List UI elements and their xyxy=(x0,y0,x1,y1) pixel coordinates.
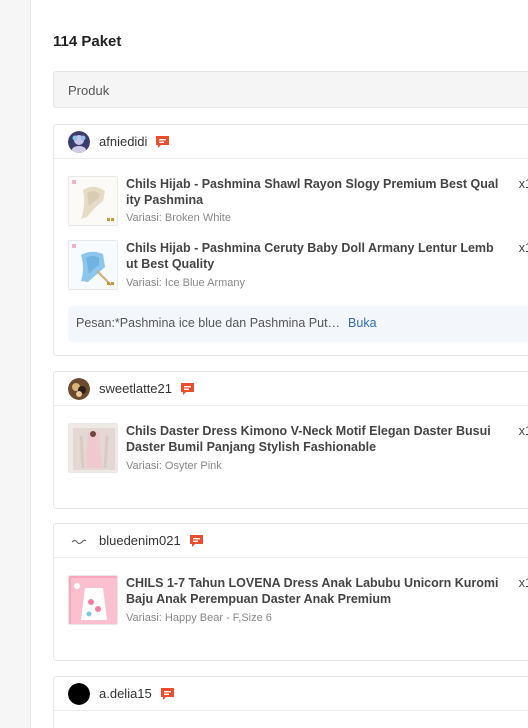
chat-icon[interactable] xyxy=(180,382,195,396)
order-card: afniedidi Chils Hijab - Pashmina Shawl R… xyxy=(53,124,528,356)
buyer-username[interactable]: a.delia15 xyxy=(99,686,152,701)
product-name[interactable]: Chils Daster Dress Kimono V-Neck Motif E… xyxy=(126,424,501,455)
product-variant: Variasi: Ice Blue Armany xyxy=(126,277,246,289)
avatar[interactable] xyxy=(68,377,90,400)
order-card: a.delia15 xyxy=(53,676,528,728)
buyer-username[interactable]: afniedidi xyxy=(99,134,147,149)
order-item: Chils Hijab - Pashmina Ceruty Baby Doll … xyxy=(68,240,528,290)
product-thumbnail[interactable] xyxy=(68,176,118,226)
buyer-username[interactable]: sweetlatte21 xyxy=(99,381,172,396)
open-message-link[interactable]: Buka xyxy=(348,316,377,330)
order-item: Chils Hijab - Pashmina Shawl Rayon Slogy… xyxy=(68,176,528,226)
product-variant: Variasi: Osyter Pink xyxy=(126,460,222,472)
product-quantity: x1 xyxy=(518,177,528,191)
chat-icon[interactable] xyxy=(155,135,170,149)
buyer-message: Pesan:*Pashmina ice blue dan Pashmina Pu… xyxy=(68,306,528,342)
order-card-header: sweetlatte21 xyxy=(54,372,528,406)
order-card-header: a.delia15 xyxy=(54,677,528,711)
avatar[interactable] xyxy=(68,130,90,153)
buyer-message-text: Pesan:*Pashmina ice blue dan Pashmina Pu… xyxy=(76,316,341,330)
product-quantity: x1 xyxy=(518,241,528,255)
left-gutter xyxy=(0,0,31,728)
product-variant: Variasi: Broken White xyxy=(126,212,231,224)
order-card-header: bluedenim021 xyxy=(54,524,528,558)
package-count: 114 Paket xyxy=(53,33,122,50)
orders-panel: 114 Paket Produk afniedidi Chils Hijab -… xyxy=(31,0,528,728)
order-card-header: afniedidi xyxy=(54,125,528,159)
chat-icon[interactable] xyxy=(189,534,204,548)
product-quantity: x1 xyxy=(518,424,528,438)
order-card: bluedenim021 CHILS 1-7 Tahun LOVENA Dres… xyxy=(53,523,528,661)
column-header-product: Produk xyxy=(53,71,528,108)
product-variant: Variasi: Happy Bear - F,Size 6 xyxy=(126,612,272,624)
avatar[interactable] xyxy=(68,682,90,705)
order-item: Chils Daster Dress Kimono V-Neck Motif E… xyxy=(68,423,528,473)
product-name[interactable]: CHILS 1-7 Tahun LOVENA Dress Anak Labubu… xyxy=(126,576,501,607)
avatar[interactable] xyxy=(68,529,90,552)
product-name[interactable]: Chils Hijab - Pashmina Shawl Rayon Slogy… xyxy=(126,177,501,208)
chat-icon[interactable] xyxy=(160,687,175,701)
order-card: sweetlatte21 Chils Daster Dress Kimono V… xyxy=(53,371,528,509)
product-thumbnail[interactable] xyxy=(68,575,118,625)
buyer-username[interactable]: bluedenim021 xyxy=(99,533,181,548)
product-thumbnail[interactable] xyxy=(68,240,118,290)
product-thumbnail[interactable] xyxy=(68,423,118,473)
product-name[interactable]: Chils Hijab - Pashmina Ceruty Baby Doll … xyxy=(126,241,501,272)
order-item: CHILS 1-7 Tahun LOVENA Dress Anak Labubu… xyxy=(68,575,528,625)
product-quantity: x1 xyxy=(518,576,528,590)
